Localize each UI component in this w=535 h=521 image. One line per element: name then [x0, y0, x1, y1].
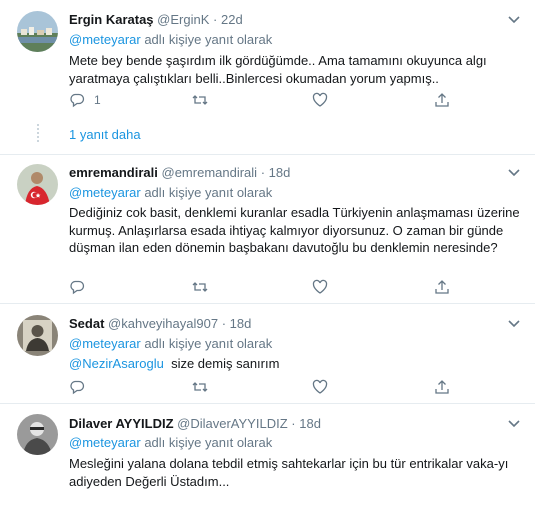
tweet-header: Ergin Karataş @ErginK · 22d	[69, 12, 243, 28]
separator-dot: ·	[260, 165, 266, 180]
like-icon	[312, 279, 328, 294]
share-button[interactable]	[434, 91, 450, 109]
tweet-dilaver[interactable]: Dilaver AYYILDIZ @DilaverAYYILDIZ · 18d …	[0, 404, 535, 521]
tweet-ergin[interactable]: Ergin Karataş @ErginK · 22d @meteyarar a…	[0, 0, 535, 155]
tweet-text: Mesleğini yalana dolana tebdil etmiş sah…	[69, 456, 509, 489]
timestamp[interactable]: 22d	[221, 12, 243, 27]
user-handle[interactable]: @DilaverAYYILDIZ	[177, 416, 287, 431]
retweet-button[interactable]	[192, 378, 208, 396]
reply-button[interactable]: 1	[69, 91, 101, 109]
reply-context-text: adlı kişiye yanıt olarak	[140, 32, 273, 47]
share-button[interactable]	[434, 278, 450, 296]
retweet-icon	[192, 282, 208, 292]
reply-context-text: adlı kişiye yanıt olarak	[140, 435, 273, 450]
share-button[interactable]	[434, 378, 450, 396]
tweet-header: emremandirali @emremandirali · 18d	[69, 165, 290, 181]
like-icon	[312, 379, 328, 394]
display-name[interactable]: Sedat	[69, 316, 104, 331]
retweet-button[interactable]	[192, 91, 208, 109]
share-icon	[435, 93, 449, 107]
mention-link[interactable]: @NezirAsaroglu	[69, 356, 164, 371]
timestamp[interactable]: 18d	[269, 165, 291, 180]
reply-mention-link[interactable]: @meteyarar	[69, 435, 141, 450]
tweet-emremandirali[interactable]: emremandirali @emremandirali · 18d @mete…	[0, 155, 535, 304]
separator-dot: ·	[213, 12, 218, 27]
like-button[interactable]	[312, 278, 328, 296]
retweet-button[interactable]	[192, 278, 208, 296]
thread-connector	[37, 124, 39, 142]
reply-context: @meteyarar adlı kişiye yanıt olarak	[69, 185, 272, 201]
user-handle[interactable]: @ErginK	[157, 12, 209, 27]
show-more-replies-link[interactable]: 1 yanıt daha	[69, 127, 141, 142]
separator-dot: ·	[291, 416, 296, 431]
tweet-text-content: size demiş sanırım	[163, 356, 280, 371]
chevron-down-icon[interactable]	[507, 419, 521, 429]
reply-context-text: adlı kişiye yanıt olarak	[140, 336, 273, 351]
avatar[interactable]	[17, 164, 58, 205]
tweet-header: Dilaver AYYILDIZ @DilaverAYYILDIZ · 18d	[69, 416, 321, 432]
reply-button[interactable]	[69, 378, 85, 396]
user-handle[interactable]: @kahveyihayal907	[108, 316, 218, 331]
reply-mention-link[interactable]: @meteyarar	[69, 336, 141, 351]
chevron-down-icon[interactable]	[507, 168, 521, 178]
reply-button[interactable]	[69, 278, 85, 296]
chevron-down-icon[interactable]	[507, 319, 521, 329]
avatar[interactable]	[17, 315, 58, 356]
display-name[interactable]: Ergin Karataş	[69, 12, 154, 27]
timestamp[interactable]: 18d	[230, 316, 252, 331]
share-icon	[435, 280, 449, 294]
retweet-icon	[192, 95, 208, 105]
display-name[interactable]: emremandirali	[69, 165, 158, 180]
reply-mention-link[interactable]: @meteyarar	[69, 32, 141, 47]
action-bar	[69, 378, 489, 396]
reply-context: @meteyarar adlı kişiye yanıt olarak	[69, 336, 272, 352]
avatar[interactable]	[17, 414, 58, 455]
display-name[interactable]: Dilaver AYYILDIZ	[69, 416, 174, 431]
tweet-text: @NezirAsaroglu size demiş sanırım	[69, 355, 529, 373]
tweet-sedat[interactable]: Sedat @kahveyihayal907 · 18d @meteyarar …	[0, 304, 535, 404]
like-button[interactable]	[312, 91, 328, 109]
like-icon	[312, 92, 328, 107]
reply-icon	[70, 93, 85, 108]
reply-icon	[70, 380, 85, 395]
chevron-down-icon[interactable]	[507, 15, 521, 25]
separator-dot: ·	[221, 316, 227, 331]
action-bar: 1	[69, 91, 489, 109]
like-button[interactable]	[312, 378, 328, 396]
reply-feed: Ergin Karataş @ErginK · 22d @meteyarar a…	[0, 0, 535, 521]
share-icon	[435, 380, 449, 394]
reply-context-text: adlı kişiye yanıt olarak	[140, 185, 273, 200]
tweet-text: Dediğiniz cok basit, denklemi kuranlar e…	[69, 205, 520, 255]
retweet-icon	[192, 382, 208, 392]
reply-count: 1	[94, 93, 101, 107]
avatar[interactable]	[17, 11, 58, 52]
tweet-header: Sedat @kahveyihayal907 · 18d	[69, 316, 251, 332]
user-handle[interactable]: @emremandirali	[162, 165, 258, 180]
reply-icon	[70, 280, 85, 295]
tweet-text: Mete bey bende şaşırdım ilk gördüğümde..…	[69, 53, 487, 86]
action-bar	[69, 278, 489, 296]
reply-mention-link[interactable]: @meteyarar	[69, 185, 141, 200]
reply-context: @meteyarar adlı kişiye yanıt olarak	[69, 435, 272, 451]
timestamp[interactable]: 18d	[299, 416, 321, 431]
reply-context: @meteyarar adlı kişiye yanıt olarak	[69, 32, 272, 48]
